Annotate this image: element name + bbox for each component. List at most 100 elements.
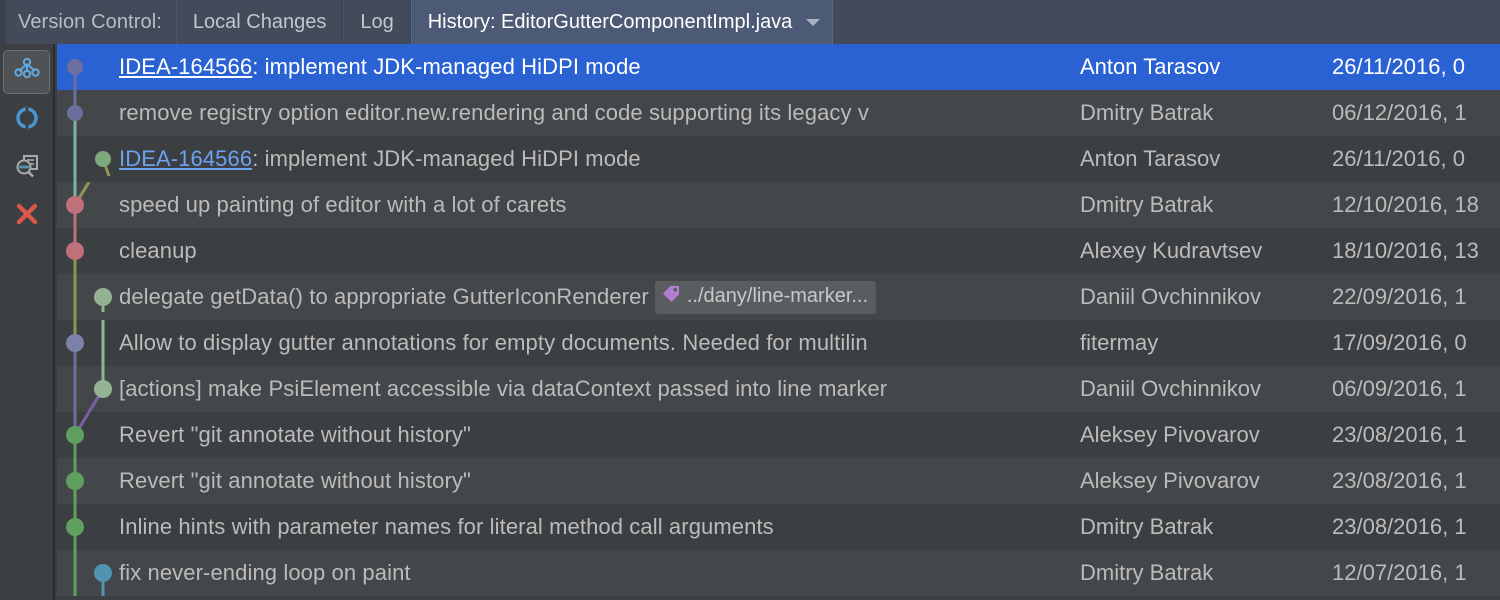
commit-author: Anton Tarasov xyxy=(1080,54,1221,79)
commit-date-cell: 23/08/2016, 1 xyxy=(1332,458,1500,504)
commit-subject: fix never-ending loop on paint xyxy=(119,560,411,585)
commit-graph-cell xyxy=(57,182,119,228)
tool-window-title: Version Control: xyxy=(18,10,162,33)
vcs-branches-icon xyxy=(12,55,42,90)
commit-date: 06/09/2016, 1 xyxy=(1332,376,1467,401)
commit-date-cell: 26/11/2016, 0 xyxy=(1332,136,1500,182)
table-row[interactable]: fix never-ending loop on paint Dmitry Ba… xyxy=(57,550,1500,596)
issue-link[interactable]: IDEA-164566 xyxy=(119,146,252,171)
tab-log[interactable]: Log xyxy=(343,0,411,44)
table-row[interactable]: delegate getData() to appropriate Gutter… xyxy=(57,274,1500,320)
commit-date-cell: 12/10/2016, 18 xyxy=(1332,182,1500,228)
commit-date: 26/11/2016, 0 xyxy=(1332,54,1465,79)
graph-node-green xyxy=(66,458,84,504)
commit-graph-cell xyxy=(57,90,119,136)
branch-ref-chip[interactable]: ../dany/line-marker... xyxy=(654,280,877,314)
commit-date-cell: 23/08/2016, 1 xyxy=(1332,412,1500,458)
commit-date: 23/08/2016, 1 xyxy=(1332,468,1467,493)
table-row[interactable]: Revert "git annotate without history" Al… xyxy=(57,458,1500,504)
commit-author-cell: Alexey Kudravtsev xyxy=(1080,228,1330,274)
commit-date: 12/10/2016, 18 xyxy=(1332,192,1479,217)
commit-author: Dmitry Batrak xyxy=(1080,192,1214,217)
commit-author-cell: Dmitry Batrak xyxy=(1080,90,1330,136)
commit-date-cell: 22/09/2016, 1 xyxy=(1332,274,1500,320)
commit-subject: IDEA-164566: implement JDK-managed HiDPI… xyxy=(119,54,641,80)
commit-author: Daniil Ovchinnikov xyxy=(1080,376,1261,401)
commit-date-cell: 26/11/2016, 0 xyxy=(1332,44,1500,90)
commit-subject: Revert "git annotate without history" xyxy=(119,422,471,447)
commit-date-cell: 23/08/2016, 1 xyxy=(1332,504,1500,550)
commit-table[interactable]: IDEA-164566: implement JDK-managed HiDPI… xyxy=(57,44,1500,600)
show-diff-button[interactable] xyxy=(3,146,50,190)
table-row[interactable]: Inline hints with parameter names for li… xyxy=(57,504,1500,550)
commit-graph-cell xyxy=(57,228,119,274)
table-row[interactable]: cleanup Alexey Kudravtsev 18/10/2016, 13 xyxy=(57,228,1500,274)
commit-subject: Allow to display gutter annotations for … xyxy=(119,330,868,355)
commit-date-cell: 17/09/2016, 0 xyxy=(1332,320,1500,366)
graph-node-purple xyxy=(67,59,83,90)
commit-author-cell: Dmitry Batrak xyxy=(1080,550,1330,596)
close-button[interactable] xyxy=(3,194,50,238)
close-icon xyxy=(12,199,42,234)
table-row[interactable]: [actions] make PsiElement accessible via… xyxy=(57,366,1500,412)
commit-subject: Inline hints with parameter names for li… xyxy=(119,514,774,539)
graph-node-red xyxy=(66,182,91,228)
commit-subject-rest: : implement JDK-managed HiDPI mode xyxy=(252,146,641,171)
commit-author-cell: Anton Tarasov xyxy=(1080,44,1330,90)
issue-link[interactable]: IDEA-164566 xyxy=(119,54,252,79)
commit-date-cell: 06/12/2016, 1 xyxy=(1332,90,1500,136)
graph-node-green xyxy=(66,412,91,458)
commit-graph-cell xyxy=(57,458,119,504)
table-row[interactable]: IDEA-164566: implement JDK-managed HiDPI… xyxy=(57,136,1500,182)
graph-node-sage xyxy=(73,274,112,320)
vcs-branches-button[interactable] xyxy=(3,50,50,94)
commit-date: 26/11/2016, 0 xyxy=(1332,146,1465,171)
commit-subject: delegate getData() to appropriate Gutter… xyxy=(119,284,649,309)
commit-graph-cell xyxy=(57,412,119,458)
commit-author: Anton Tarasov xyxy=(1080,146,1221,171)
graph-node-green xyxy=(66,504,84,550)
graph-node-purple xyxy=(67,90,83,136)
commit-graph-cell xyxy=(57,366,119,412)
vcs-toolbar xyxy=(0,44,55,600)
commit-subject: IDEA-164566: implement JDK-managed HiDPI… xyxy=(119,146,641,172)
commit-graph-cell xyxy=(57,274,119,320)
commit-date: 23/08/2016, 1 xyxy=(1332,422,1467,447)
commit-author-cell: Anton Tarasov xyxy=(1080,136,1330,182)
commit-author: fitermay xyxy=(1080,330,1159,355)
commit-author-cell: Dmitry Batrak xyxy=(1080,504,1330,550)
commit-author: Alexey Kudravtsev xyxy=(1080,238,1263,263)
commit-date: 17/09/2016, 0 xyxy=(1332,330,1467,355)
commit-author: Aleksey Pivovarov xyxy=(1080,468,1260,493)
table-row[interactable]: IDEA-164566: implement JDK-managed HiDPI… xyxy=(57,44,1500,90)
commit-author: Dmitry Batrak xyxy=(1080,514,1214,539)
commit-date: 12/07/2016, 1 xyxy=(1332,560,1467,585)
commit-graph-cell xyxy=(57,504,119,550)
commit-author-cell: Aleksey Pivovarov xyxy=(1080,412,1330,458)
table-row[interactable]: Revert "git annotate without history" Al… xyxy=(57,412,1500,458)
commit-author-cell: Aleksey Pivovarov xyxy=(1080,458,1330,504)
refresh-button[interactable] xyxy=(3,98,50,142)
commit-date: 23/08/2016, 1 xyxy=(1332,514,1467,539)
commit-author: Aleksey Pivovarov xyxy=(1080,422,1260,447)
commit-subject-rest: : implement JDK-managed HiDPI mode xyxy=(252,54,641,79)
commit-date-cell: 12/07/2016, 1 xyxy=(1332,550,1500,596)
tab-history[interactable]: History: EditorGutterComponentImpl.java xyxy=(410,0,834,44)
table-row[interactable]: speed up painting of editor with a lot o… xyxy=(57,182,1500,228)
tab-local-changes[interactable]: Local Changes xyxy=(175,0,344,44)
commit-author-cell: fitermay xyxy=(1080,320,1330,366)
commit-subject: speed up painting of editor with a lot o… xyxy=(119,192,567,217)
commit-author-cell: Daniil Ovchinnikov xyxy=(1080,274,1330,320)
commit-author: Daniil Ovchinnikov xyxy=(1080,284,1261,309)
tab-history-label: History: EditorGutterComponentImpl.java xyxy=(427,10,793,33)
branch-ref-label: ../dany/line-marker... xyxy=(686,285,869,307)
commit-date: 06/12/2016, 1 xyxy=(1332,100,1467,125)
table-row[interactable]: Allow to display gutter annotations for … xyxy=(57,320,1500,366)
graph-node-sage xyxy=(73,366,112,412)
graph-node-blue xyxy=(73,550,112,596)
commit-author-cell: Daniil Ovchinnikov xyxy=(1080,366,1330,412)
graph-node-sage xyxy=(73,136,111,182)
chevron-down-icon[interactable] xyxy=(806,18,821,26)
commit-graph-cell xyxy=(57,44,119,90)
table-row[interactable]: remove registry option editor.new.render… xyxy=(57,90,1500,136)
